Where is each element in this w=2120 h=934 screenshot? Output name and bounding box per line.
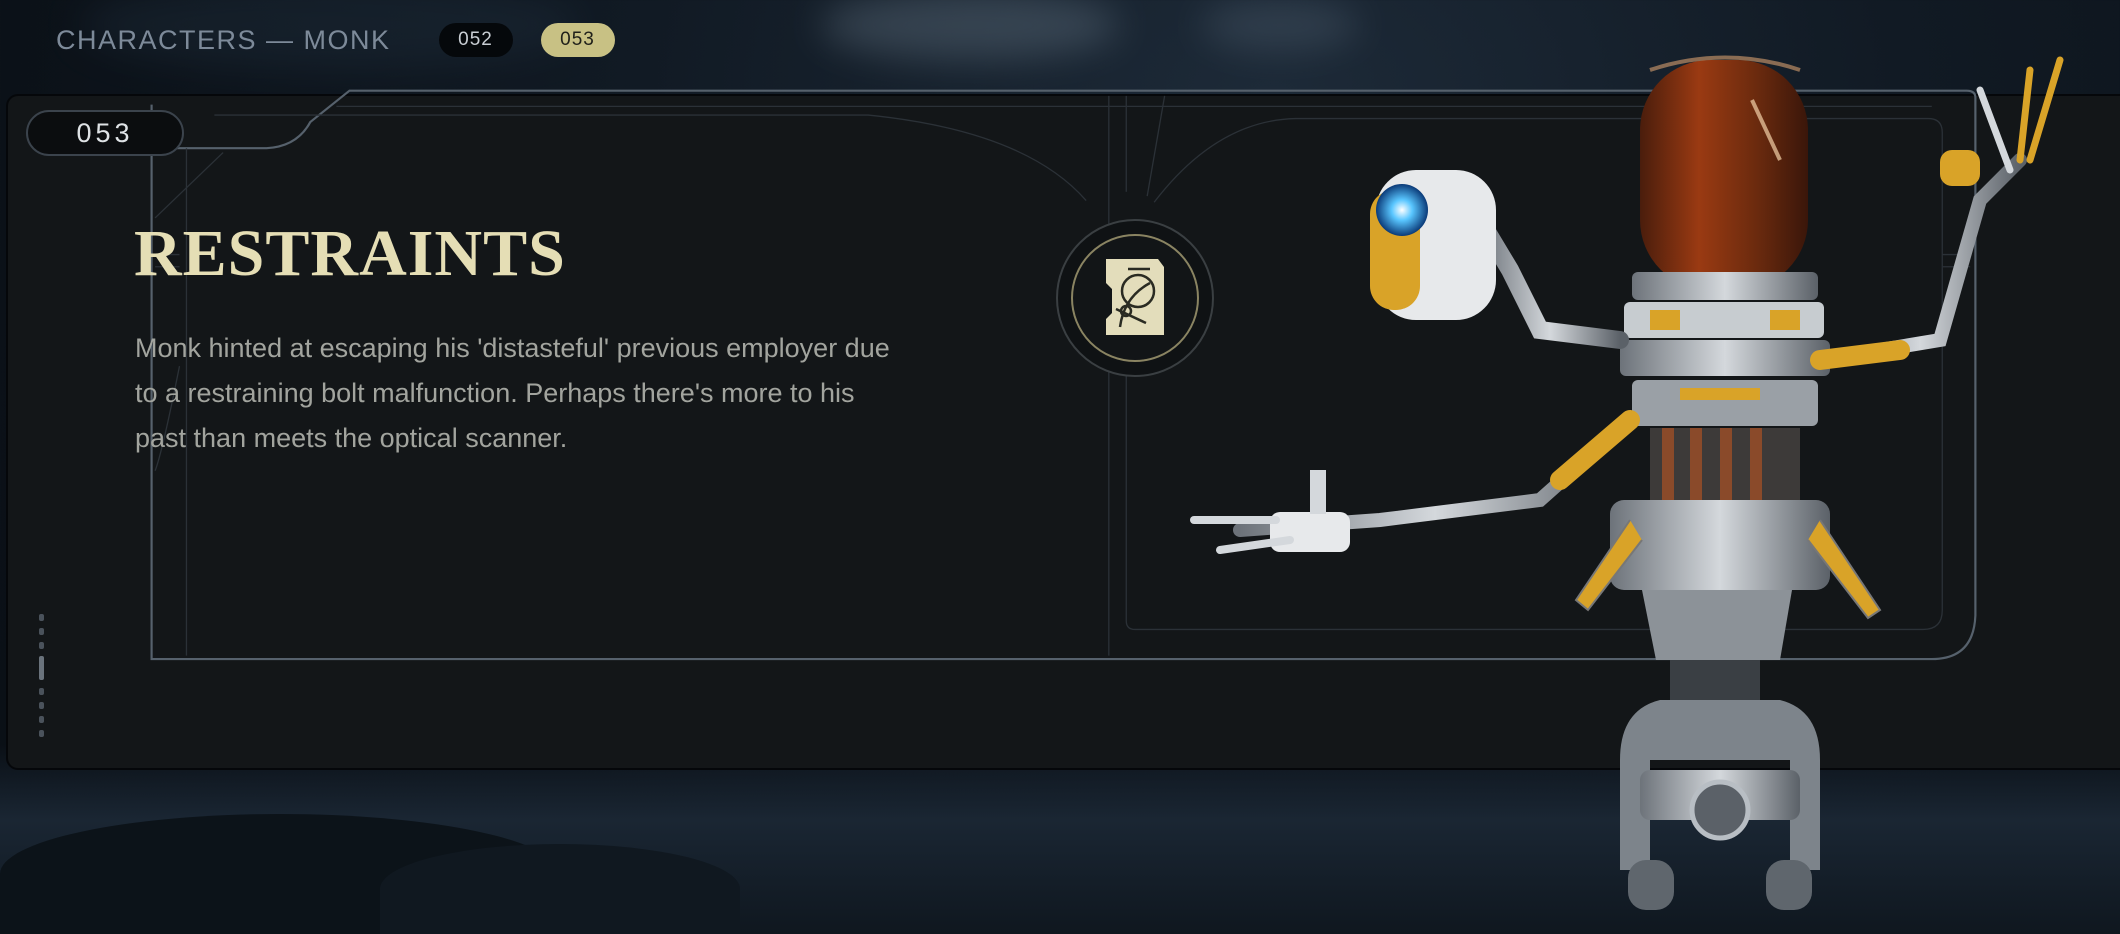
entry-tab-053[interactable]: 053 bbox=[540, 23, 615, 57]
side-scroll-indicator bbox=[36, 612, 48, 746]
monk-droid-render bbox=[1190, 55, 2064, 910]
entry-description: Monk hinted at escaping his 'distasteful… bbox=[135, 333, 890, 453]
entry-tab-052[interactable]: 052 bbox=[438, 23, 513, 57]
top-bar: CHARACTERS — MONK 052 053 bbox=[56, 22, 615, 58]
entry-title: RESTRAINTS bbox=[134, 217, 566, 290]
breadcrumb: CHARACTERS — MONK bbox=[56, 24, 391, 55]
entry-number-badge: 053 bbox=[26, 110, 184, 156]
